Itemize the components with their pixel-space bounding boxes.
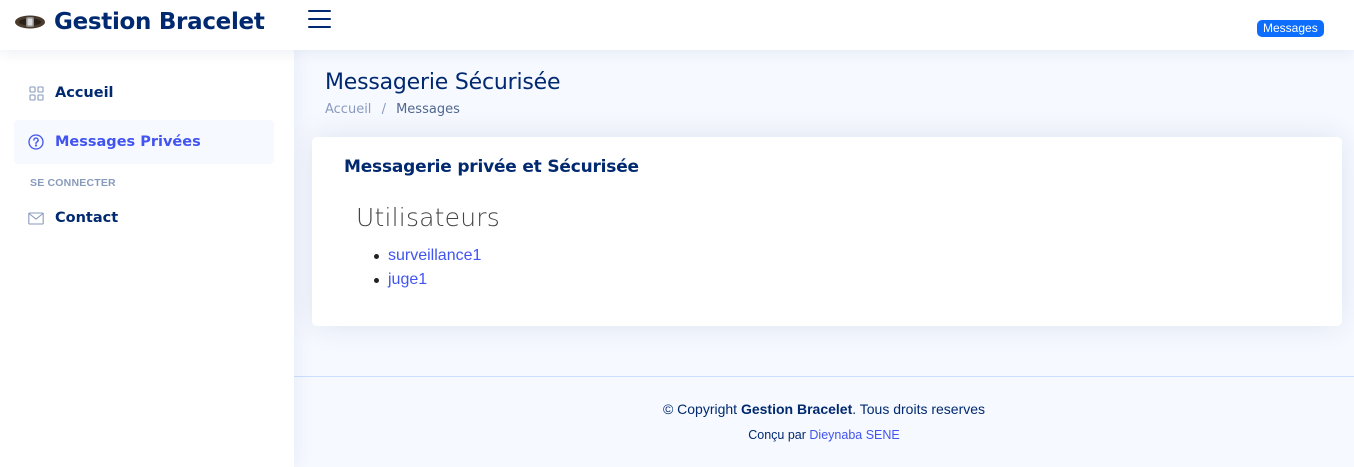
list-item: surveillance1 xyxy=(374,244,481,268)
page-title: Messagerie Sécurisée xyxy=(325,70,561,95)
sidebar-item-messages-privees[interactable]: Messages Privées xyxy=(14,120,274,164)
logo-text: Gestion Bracelet xyxy=(54,9,265,35)
messaging-card: Messagerie privée et Sécurisée Utilisate… xyxy=(312,137,1342,326)
users-heading: Utilisateurs xyxy=(356,203,501,232)
copyright-brand: Gestion Bracelet xyxy=(740,401,853,417)
copyright: © Copyright Gestion Bracelet. Tous droit… xyxy=(294,401,1354,417)
user-link-juge1[interactable]: juge1 xyxy=(388,271,427,288)
breadcrumb-item-accueil[interactable]: Accueil xyxy=(325,102,371,117)
list-item: juge1 xyxy=(374,268,481,292)
hamburger-menu-icon[interactable] xyxy=(308,10,332,32)
sidebar-item-accueil[interactable]: Accueil xyxy=(14,71,274,115)
card-title: Messagerie privée et Sécurisée xyxy=(344,157,639,177)
user-link-surveillance1[interactable]: surveillance1 xyxy=(388,247,481,264)
breadcrumb-separator: / xyxy=(381,102,386,117)
credits: Conçu par Dieynaba SENE xyxy=(294,428,1354,442)
breadcrumb-item-current: Messages xyxy=(396,102,460,117)
credits-prefix: Conçu par xyxy=(748,428,810,442)
sidebar-item-label: Contact xyxy=(55,210,119,226)
sidebar-item-contact[interactable]: Contact xyxy=(14,196,274,240)
sidebar-heading: Se connecter xyxy=(30,177,116,189)
top-header: Gestion Bracelet Messages xyxy=(0,0,1354,50)
grid-icon xyxy=(28,85,44,101)
bracelet-icon xyxy=(15,15,45,29)
copyright-prefix: © Copyright xyxy=(662,401,741,417)
user-list: surveillance1 juge1 xyxy=(374,244,481,292)
copyright-suffix: . Tous droits reserves xyxy=(852,401,986,417)
sidebar: Accueil Messages Privées Se connecter Co… xyxy=(0,50,294,467)
footer: © Copyright Gestion Bracelet. Tous droit… xyxy=(294,376,1354,467)
breadcrumb: Accueil / Messages xyxy=(325,102,460,117)
messages-badge[interactable]: Messages xyxy=(1257,20,1324,37)
envelope-icon xyxy=(28,210,44,226)
question-circle-icon xyxy=(28,134,44,150)
sidebar-item-label: Accueil xyxy=(55,85,114,101)
author-link[interactable]: Dieynaba SENE xyxy=(809,428,899,442)
logo[interactable]: Gestion Bracelet xyxy=(14,6,265,38)
sidebar-item-label: Messages Privées xyxy=(55,134,201,150)
